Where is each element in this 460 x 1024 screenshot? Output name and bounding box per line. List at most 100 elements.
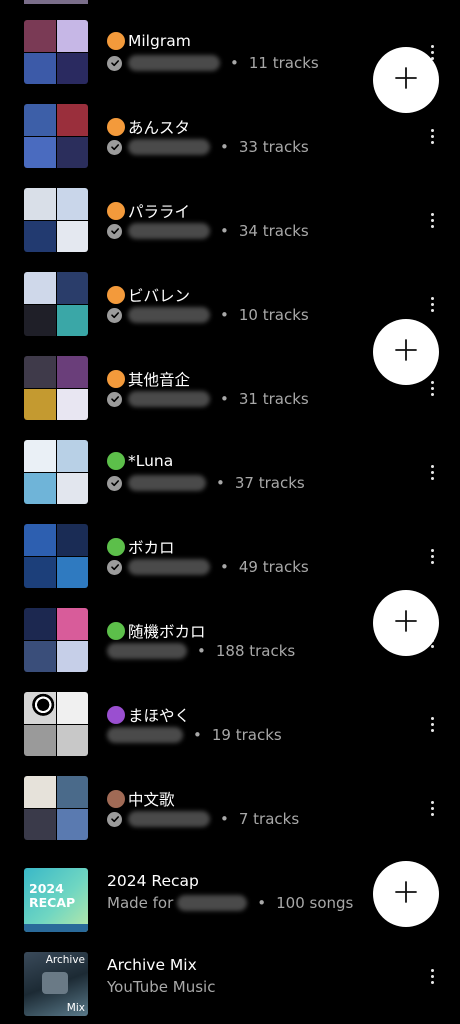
track-count: 7 tracks — [238, 810, 300, 828]
archive-mix-thumbnail: Archive Mix — [24, 952, 88, 1016]
playlist-title-text: 其他音企 — [128, 371, 191, 389]
separator-dot: • — [220, 138, 229, 156]
playlist-row[interactable]: *Luna • 37 tracks — [0, 436, 460, 520]
archive-mix-art — [42, 972, 68, 994]
thumbnail-tile — [24, 776, 56, 808]
more-vert-icon[interactable] — [424, 209, 440, 231]
separator-dot: • — [220, 390, 229, 408]
playlist-title-text: 2024 Recap — [107, 872, 199, 890]
redacted-owner-name — [128, 139, 210, 155]
playlist-subtitle: • 34 tracks — [107, 222, 309, 240]
playlist-title-text: あんスタ — [128, 119, 191, 137]
playlist-title-text: 随機ボカロ — [128, 623, 206, 641]
playlist-subtitle: • 19 tracks — [107, 726, 282, 744]
playlist-row[interactable]: パラライ • 34 tracks — [0, 184, 460, 268]
track-count: 100 songs — [276, 894, 354, 912]
recap-thumbnail-bar — [24, 924, 88, 932]
separator-dot: • — [230, 54, 239, 72]
thumbnail-tile — [56, 640, 88, 672]
playlist-title-text: ボカロ — [128, 539, 175, 557]
plus-icon — [393, 879, 419, 909]
verified-check-icon — [107, 811, 122, 827]
separator-dot: • — [216, 474, 225, 492]
playlist-row[interactable]: あんスタ • 33 tracks — [0, 100, 460, 184]
playlist-title: 2024 Recap — [107, 872, 199, 890]
playlist-title-text: Archive Mix — [107, 956, 197, 974]
thumbnail-tile — [56, 440, 88, 472]
add-to-playlist-button[interactable] — [373, 47, 439, 113]
playlist-thumbnail — [24, 356, 88, 420]
more-vert-icon[interactable] — [424, 293, 440, 315]
redacted-owner-name — [128, 559, 210, 575]
thumbnail-tile — [56, 556, 88, 588]
separator-dot: • — [197, 642, 206, 660]
playlist-subtitle: • 37 tracks — [107, 474, 305, 492]
thumbnail-tile — [24, 440, 56, 472]
more-vert-icon[interactable] — [424, 797, 440, 819]
thumbnail-tile — [24, 724, 56, 756]
playlist-title-text: パラライ — [128, 203, 191, 221]
verified-check-icon — [107, 475, 122, 491]
playlist-row[interactable]: ボカロ • 49 tracks — [0, 520, 460, 604]
add-to-playlist-button[interactable] — [373, 319, 439, 385]
more-vert-icon[interactable] — [424, 545, 440, 567]
playlist-title: 中文歌 — [107, 788, 175, 810]
playlist-thumbnail — [24, 776, 88, 840]
more-vert-icon[interactable] — [424, 461, 440, 483]
redacted-owner-name — [177, 895, 248, 911]
separator-dot: • — [220, 222, 229, 240]
thumbnail-tile — [24, 608, 56, 640]
playlist-row[interactable]: Archive Mix Archive Mix YouTube Music — [0, 940, 460, 1024]
redacted-owner-name — [128, 811, 210, 827]
track-count: 33 tracks — [238, 138, 309, 156]
thumbnail-tile — [56, 304, 88, 336]
separator-dot: • — [220, 810, 229, 828]
playlist-title: あんスタ — [107, 116, 190, 138]
status-dot-icon — [107, 370, 125, 388]
plus-icon — [393, 608, 419, 638]
playlist-subtitle: • 33 tracks — [107, 138, 309, 156]
playlist-owner: YouTube Music — [107, 978, 216, 996]
track-count: 19 tracks — [211, 726, 282, 744]
add-to-playlist-button[interactable] — [373, 861, 439, 927]
thumbnail-tile — [56, 724, 88, 756]
playlist-subtitle: YouTube Music — [107, 978, 215, 996]
track-count: 37 tracks — [234, 474, 305, 492]
more-vert-icon[interactable] — [424, 965, 440, 987]
add-to-playlist-button[interactable] — [373, 590, 439, 656]
thumbnail-tile — [56, 220, 88, 252]
track-count: 11 tracks — [248, 54, 319, 72]
playlist-thumbnail — [24, 188, 88, 252]
playlist-row[interactable]: まほやく • 19 tracks — [0, 688, 460, 772]
thumbnail-tile — [24, 20, 56, 52]
status-dot-icon — [107, 538, 125, 556]
more-vert-icon[interactable] — [424, 713, 440, 735]
playlist-row[interactable]: 中文歌 • 7 tracks — [0, 772, 460, 856]
separator-dot: • — [220, 306, 229, 324]
track-count: 10 tracks — [238, 306, 309, 324]
playlist-thumbnail — [24, 608, 88, 672]
thumbnail-tile — [56, 388, 88, 420]
playlist-title: パラライ — [107, 200, 190, 222]
thumbnail-tile — [56, 776, 88, 808]
playlist-title-text: ビバレン — [128, 287, 191, 305]
archive-mix-label-top: Archive — [45, 954, 85, 966]
verified-check-icon — [107, 139, 122, 155]
track-count: 49 tracks — [238, 558, 309, 576]
verified-check-icon — [107, 391, 122, 407]
playlist-title: 其他音企 — [107, 368, 190, 390]
playlist-thumbnail — [24, 692, 88, 756]
made-for-label: Made for — [107, 894, 174, 912]
status-dot-icon — [107, 452, 125, 470]
playlist-title-text: *Luna — [128, 452, 174, 470]
playlist-subtitle: Made for • 100 songs — [107, 894, 353, 912]
separator-dot: • — [193, 726, 202, 744]
playlist-title-text: Milgram — [128, 32, 191, 50]
status-dot-icon — [107, 32, 125, 50]
thumbnail-tile — [24, 52, 56, 84]
more-vert-icon[interactable] — [424, 377, 440, 399]
thumbnail-tile — [24, 472, 56, 504]
more-vert-icon[interactable] — [424, 125, 440, 147]
thumbnail-tile — [24, 524, 56, 556]
thumbnail-tile — [24, 104, 56, 136]
